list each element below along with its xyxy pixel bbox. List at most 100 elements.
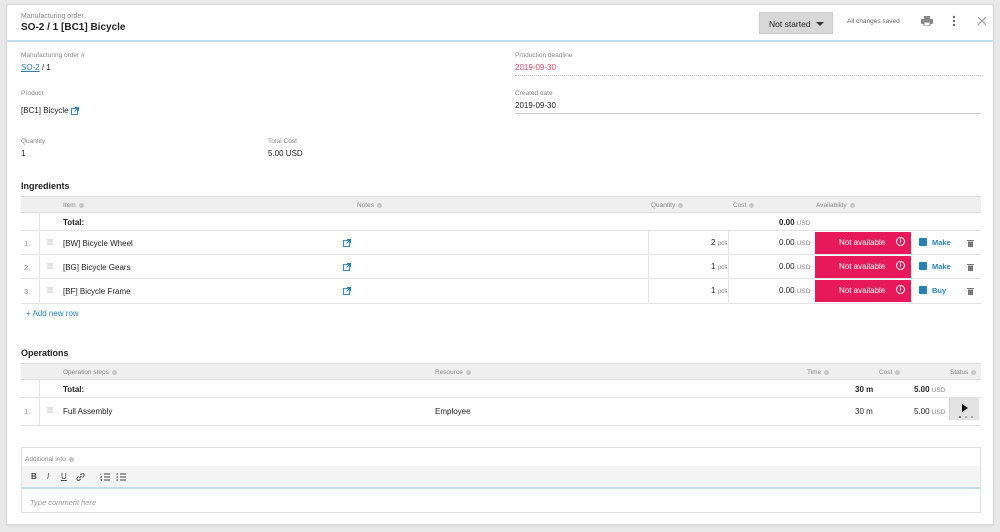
ingredient-quantity[interactable]: 2 pcs — [711, 238, 728, 247]
col-item: Item — [63, 202, 84, 209]
deadline-label: Production deadline — [515, 52, 573, 59]
help-icon — [78, 202, 84, 208]
total-cost-label: Total Cost — [268, 138, 297, 145]
ingredient-item[interactable]: [BW] Bicycle Wheel — [63, 239, 133, 248]
operations-total-time: 30 m — [855, 385, 874, 394]
operations-table: Operation steps Resource Time Cost Statu… — [21, 363, 981, 426]
link-icon[interactable] — [76, 473, 85, 481]
close-icon[interactable] — [977, 16, 987, 26]
help-icon — [68, 456, 74, 462]
operation-cost[interactable]: 5.00 USD — [914, 407, 945, 416]
col-operation-steps: Operation steps — [63, 369, 117, 376]
created-date-field[interactable]: 2019-09-30 — [515, 101, 556, 110]
ingredient-cost[interactable]: 0.00 USD — [779, 262, 810, 271]
deadline-field[interactable]: 2019-09-30 — [515, 63, 556, 72]
total-label: Total: — [63, 385, 85, 394]
order-header: Manufacturing order SO-2 / 1 [BC1] Bicyc… — [7, 5, 993, 42]
italic-button[interactable]: I — [47, 472, 49, 481]
ingredients-total-cost: 0.00 USD — [779, 218, 811, 227]
ingredients-header: Item Notes Quantity Cost Availability — [21, 197, 981, 213]
progress-dots-icon — [959, 416, 973, 418]
help-icon — [465, 369, 471, 375]
save-status: All changes saved — [847, 18, 900, 25]
start-operation-button[interactable] — [949, 398, 979, 420]
ingredient-quantity[interactable]: 1 pcs — [711, 262, 728, 271]
ingredient-item[interactable]: [BG] Bicycle Gears — [63, 263, 131, 272]
drag-handle-icon[interactable] — [47, 407, 53, 413]
header-subtitle: Manufacturing order — [21, 13, 84, 20]
operation-step[interactable]: Full Assembly — [63, 407, 112, 416]
operation-time[interactable]: 30 m — [855, 407, 873, 416]
trash-icon[interactable] — [967, 263, 974, 271]
trash-icon[interactable] — [967, 239, 974, 247]
buy-button[interactable]: Buy — [919, 286, 946, 295]
ingredient-cost[interactable]: 0.00 USD — [779, 286, 810, 295]
additional-info-label: Additional info — [25, 456, 74, 463]
ingredient-cost[interactable]: 0.00 USD — [779, 238, 810, 247]
drag-handle-icon[interactable] — [47, 239, 53, 245]
underline-button[interactable]: U — [61, 472, 67, 481]
chevron-down-icon — [816, 22, 824, 26]
availability-badge: Not available i — [815, 232, 911, 254]
info-icon[interactable]: i — [896, 261, 905, 270]
info-icon[interactable]: i — [896, 285, 905, 294]
editor-toolbar: B I U — [22, 466, 980, 489]
product-label: Product — [21, 90, 44, 97]
bullet-list-icon[interactable] — [116, 473, 126, 481]
row-number: 1. — [24, 239, 31, 248]
total-label: Total: — [63, 218, 85, 227]
table-row[interactable]: 1. Full Assembly Employee 30 m 5.00 USD — [21, 398, 981, 426]
external-link-icon[interactable] — [343, 239, 351, 247]
help-icon — [678, 202, 684, 208]
quantity-value: 1 — [21, 149, 26, 158]
mo-number-suffix: / 1 — [39, 63, 51, 72]
operation-resource[interactable]: Employee — [435, 407, 471, 416]
page-title: SO-2 / 1 [BC1] Bicycle — [21, 22, 126, 33]
col-notes: Notes — [357, 202, 382, 209]
created-date-underline — [515, 113, 981, 114]
col-time: Time — [807, 369, 830, 376]
ingredient-item[interactable]: [BF] Bicycle Frame — [63, 287, 131, 296]
table-row[interactable]: 3. [BF] Bicycle Frame 1 pcs 0.00 USD Not a… — [21, 279, 981, 304]
product-value[interactable]: [BC1] Bicycle — [21, 106, 69, 115]
external-link-icon[interactable] — [343, 287, 351, 295]
drag-handle-icon[interactable] — [47, 263, 53, 269]
sales-order-link[interactable]: SO-2 — [21, 63, 40, 72]
help-icon — [895, 369, 901, 375]
status-dropdown-label: Not started — [769, 19, 811, 29]
table-row[interactable]: 1. [BW] Bicycle Wheel 2 pcs 0.00 USD Not a… — [21, 231, 981, 255]
comment-input[interactable]: Type comment here — [30, 498, 96, 507]
drag-handle-icon[interactable] — [47, 287, 53, 293]
operations-title: Operations — [21, 348, 69, 358]
bold-button[interactable]: B — [31, 472, 37, 481]
status-dropdown[interactable]: Not started — [759, 12, 833, 34]
play-icon — [962, 404, 968, 412]
make-button[interactable]: Make — [919, 238, 951, 247]
mo-number-label: Manufacturing order # — [21, 52, 85, 59]
external-link-icon[interactable] — [71, 107, 79, 115]
availability-badge: Not available i — [815, 280, 911, 302]
make-button[interactable]: Make — [919, 262, 951, 271]
total-cost-value: 5.00 USD — [268, 149, 303, 158]
ingredients-table: Item Notes Quantity Cost Availability To… — [21, 196, 981, 304]
print-icon[interactable] — [921, 16, 933, 26]
help-icon — [824, 369, 830, 375]
mo-number-value: SO-2 / 1 — [21, 63, 51, 72]
table-row[interactable]: 2. [BG] Bicycle Gears 1 pcs 0.00 USD Not a… — [21, 255, 981, 279]
numbered-list-icon[interactable] — [100, 473, 110, 481]
created-date-label: Created date — [515, 90, 553, 97]
col-op-cost: Cost — [879, 369, 901, 376]
operations-header: Operation steps Resource Time Cost Statu… — [21, 364, 981, 380]
row-number: 1. — [24, 407, 31, 416]
quantity-label: Quantity — [21, 138, 46, 145]
help-icon — [971, 369, 977, 375]
availability-badge: Not available i — [815, 256, 911, 278]
trash-icon[interactable] — [967, 287, 974, 295]
info-icon[interactable]: i — [896, 237, 905, 246]
ingredient-quantity[interactable]: 1 pcs — [711, 286, 728, 295]
col-availability: Availability — [816, 202, 855, 209]
more-options-icon[interactable] — [951, 15, 957, 27]
buy-icon — [919, 286, 927, 294]
add-new-row-button[interactable]: + Add new row — [26, 309, 79, 318]
external-link-icon[interactable] — [343, 263, 351, 271]
